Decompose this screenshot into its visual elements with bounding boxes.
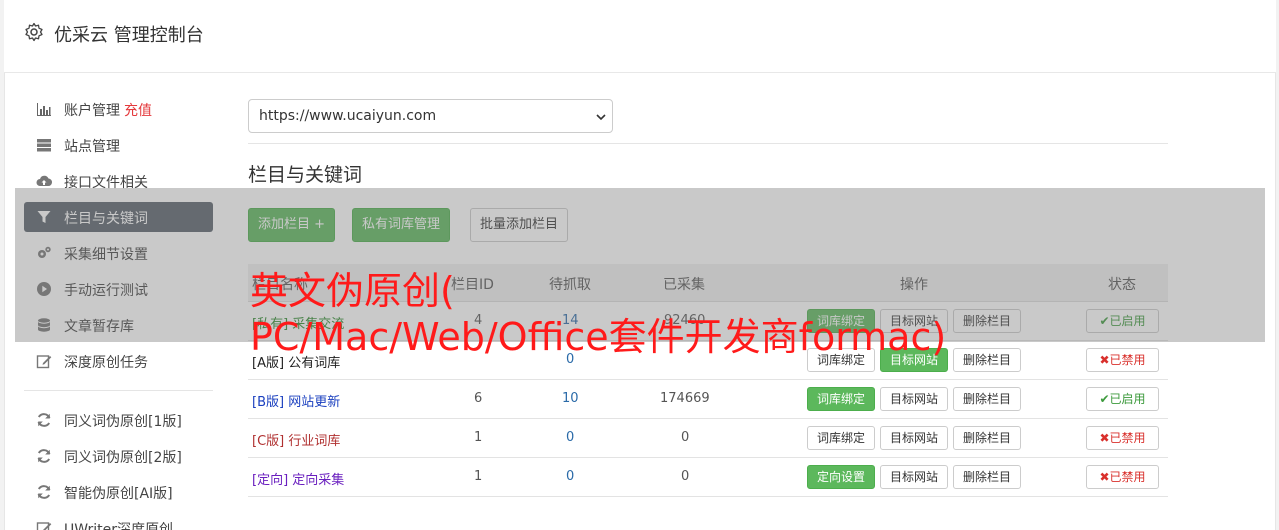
bind-lexicon-button[interactable]: 词库绑定 [807,387,876,411]
sidebar-item-uwriter[interactable]: UWriter深度原创 [24,513,213,530]
pending-count[interactable]: 0 [566,469,574,484]
sidebar-item-label: 站点管理 [64,139,120,155]
collected-count: 174669 [660,391,710,406]
status-toggle[interactable]: ✖已禁用 [1086,426,1159,450]
sidebar-item-synonym-v1[interactable]: 同义词伪原创[1版] [24,405,213,435]
collected-count: 0 [681,469,690,484]
column-id: 1 [474,469,483,484]
delete-column-button[interactable]: 删除栏目 [953,465,1022,489]
refresh-icon [37,413,51,427]
collected-count: 0 [681,430,690,445]
status-label: 已启用 [1109,392,1146,406]
cloud-upload-icon [36,175,52,187]
sidebar-item-deep-original[interactable]: 深度原创任务 [24,346,213,376]
server-icon [37,139,51,152]
delete-column-button[interactable]: 删除栏目 [953,387,1022,411]
edit-icon [36,355,52,369]
sidebar-item-label: UWriter深度原创 [64,522,173,530]
column-name-link[interactable]: [定向] 定向采集 [252,469,344,488]
sidebar-item-label: 同义词伪原创[2版] [64,450,182,466]
target-site-button[interactable]: 目标网站 [880,465,949,489]
watermark-line-2: PC/Mac/Web/Office套件开发商formac) [250,315,947,359]
sidebar-item-synonym-v2[interactable]: 同义词伪原创[2版] [24,441,213,471]
watermark-text: 英文伪原创( PC/Mac/Web/Office套件开发商formac) [250,268,1250,360]
column-id: 1 [474,430,483,445]
watermark-line-1: 英文伪原创( [250,269,455,313]
site-select-value: https://www.ucaiyun.com [259,108,437,124]
column-name-link[interactable]: [C版] 行业词库 [252,430,340,449]
status-toggle[interactable]: ✖已禁用 [1086,465,1159,489]
column-tag: [B版] [252,395,285,410]
delete-column-button[interactable]: 删除栏目 [953,426,1022,450]
app-title: 优采云 管理控制台 [54,25,204,46]
sidebar-item-label: 同义词伪原创[1版] [64,414,182,430]
column-name: 行业词库 [288,434,341,449]
edit-icon [36,522,52,530]
gear-icon [25,22,43,42]
status-toggle[interactable]: ✔已启用 [1086,387,1159,411]
column-tag: [定向] [252,473,289,488]
target-site-button[interactable]: 目标网站 [880,426,949,450]
target-site-button[interactable]: 目标网站 [880,387,949,411]
table-row: [C版] 行业词库 1 0 0 词库绑定 目标网站 删除栏目 ✖已禁用 [248,419,1168,458]
top-bar: 优采云 管理控制台 [4,0,1276,73]
divider [248,143,1168,144]
sidebar-item-ai-rewrite[interactable]: 智能伪原创[AI版] [24,477,213,507]
sidebar-item-account[interactable]: 账户管理 充值 [24,94,213,124]
directed-settings-button[interactable]: 定向设置 [807,465,876,489]
sidebar-item-label: 深度原创任务 [64,355,148,371]
status-label: 已禁用 [1109,431,1146,445]
pending-count[interactable]: 0 [566,430,574,445]
table-row: [B版] 网站更新 6 10 174669 词库绑定 目标网站 删除栏目 ✔已启… [248,380,1168,419]
chevron-down-icon [596,114,606,121]
status-label: 已禁用 [1109,470,1146,484]
column-name: 定向采集 [292,473,345,488]
close-icon: ✖ [1099,470,1110,484]
bar-chart-icon [37,103,51,116]
sidebar-divider [24,390,213,391]
column-name-link[interactable]: [B版] 网站更新 [252,391,340,410]
refresh-icon [37,485,51,499]
close-icon: ✖ [1099,431,1110,445]
bind-lexicon-button[interactable]: 词库绑定 [807,426,876,450]
refresh-icon [37,449,51,463]
check-icon: ✔ [1099,392,1110,406]
column-id: 6 [474,391,483,406]
column-tag: [C版] [252,434,285,449]
sidebar-item-label: 账户管理 [64,103,120,119]
recharge-link[interactable]: 充值 [124,103,152,119]
sidebar-item-sites[interactable]: 站点管理 [24,130,213,160]
pending-count[interactable]: 10 [562,391,579,406]
site-select[interactable]: https://www.ucaiyun.com [248,99,613,133]
column-name: 网站更新 [288,395,341,410]
table-row: [定向] 定向采集 1 0 0 定向设置 目标网站 删除栏目 ✖已禁用 [248,458,1168,497]
section-title: 栏目与关键词 [248,164,363,186]
sidebar-item-label: 智能伪原创[AI版] [64,486,173,502]
